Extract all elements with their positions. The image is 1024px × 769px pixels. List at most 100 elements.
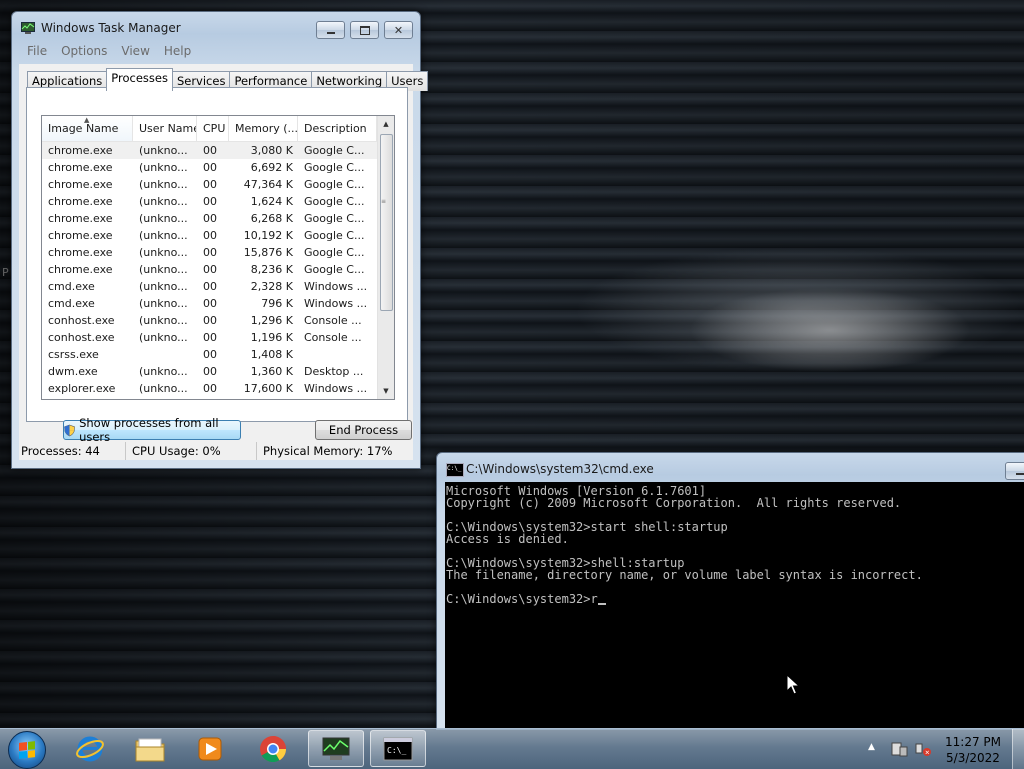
console-line: Copyright (c) 2009 Microsoft Corporation… (446, 497, 1024, 509)
table-row[interactable]: chrome.exe(unkno...0010,192 KGoogle C... (42, 227, 377, 244)
cell-description: Google C... (298, 227, 377, 244)
console-output[interactable]: Microsoft Windows [Version 6.1.7601]Copy… (445, 482, 1024, 729)
cmd-icon: C:\_ (383, 737, 413, 761)
cell-user-name: (unkno... (133, 261, 197, 278)
table-row[interactable]: csrss.exe001,408 K (42, 346, 377, 363)
table-row[interactable]: cmd.exe(unkno...00796 KWindows ... (42, 295, 377, 312)
text-cursor (598, 603, 606, 605)
tab-processes[interactable]: Processes (106, 68, 173, 91)
column-cpu[interactable]: CPU (197, 116, 229, 141)
cell-description: Windows ... (298, 380, 377, 397)
table-row[interactable]: explorer.exe(unkno...0017,600 KWindows .… (42, 380, 377, 397)
taskbar-internet-explorer[interactable] (62, 730, 118, 767)
cell-user-name: (unkno... (133, 312, 197, 329)
process-rows: chrome.exe(unkno...003,080 KGoogle C...c… (42, 142, 377, 397)
clock-date: 5/3/2022 (942, 750, 1004, 766)
maximize-icon (360, 26, 370, 35)
end-process-button[interactable]: End Process (315, 420, 412, 440)
taskbar: C:\_ ▲ ✕ 11:27 PM 5/3/2022 (0, 728, 1024, 769)
show-desktop-button[interactable] (1012, 729, 1024, 769)
cell-description: Console ... (298, 329, 377, 346)
internet-explorer-icon (75, 734, 105, 764)
start-button[interactable] (8, 731, 46, 769)
process-list[interactable]: ▲ Image Name User Name CPU Memory (... D… (41, 115, 395, 400)
cell-description: Desktop ... (298, 363, 377, 380)
cell-image-name: conhost.exe (42, 329, 133, 346)
network-disconnected-icon[interactable]: ✕ (914, 741, 932, 757)
table-row[interactable]: conhost.exe(unkno...001,196 KConsole ... (42, 329, 377, 346)
cell-memory: 1,196 K (229, 329, 298, 346)
svg-text:✕: ✕ (925, 750, 930, 757)
task-manager-window: Windows Task Manager ✕ File Options View… (11, 11, 421, 469)
cell-memory: 6,268 K (229, 210, 298, 227)
system-clock[interactable]: 11:27 PM 5/3/2022 (942, 734, 1004, 766)
processes-panel: ▲ Image Name User Name CPU Memory (... D… (26, 87, 408, 422)
cell-memory: 1,624 K (229, 193, 298, 210)
cell-image-name: chrome.exe (42, 142, 133, 159)
mouse-pointer-icon (786, 674, 800, 696)
menu-bar: File Options View Help (21, 42, 411, 60)
process-list-scrollbar[interactable]: ▲ ≡ ▼ (377, 116, 394, 399)
cell-user-name: (unkno... (133, 159, 197, 176)
cell-description: Google C... (298, 261, 377, 278)
column-description[interactable]: Description (298, 116, 377, 141)
maximize-button[interactable] (350, 21, 379, 39)
table-row[interactable]: dwm.exe(unkno...001,360 KDesktop ... (42, 363, 377, 380)
cell-description: Google C... (298, 176, 377, 193)
menu-file[interactable]: File (21, 42, 55, 60)
taskbar-chrome[interactable] (245, 730, 301, 767)
cell-cpu: 00 (197, 261, 229, 278)
column-image-name[interactable]: ▲ Image Name (42, 116, 133, 141)
table-row[interactable]: conhost.exe(unkno...001,296 KConsole ... (42, 312, 377, 329)
menu-help[interactable]: Help (158, 42, 199, 60)
cell-image-name: explorer.exe (42, 380, 133, 397)
menu-view[interactable]: View (115, 42, 157, 60)
cell-description: Windows ... (298, 295, 377, 312)
taskbar-media-player[interactable] (182, 730, 238, 767)
scroll-down-icon[interactable]: ▼ (378, 383, 394, 399)
task-manager-icon (321, 736, 351, 762)
scroll-up-icon[interactable]: ▲ (378, 116, 394, 132)
minimize-button[interactable] (316, 21, 345, 39)
cell-user-name: (unkno... (133, 244, 197, 261)
cell-image-name: chrome.exe (42, 261, 133, 278)
cell-memory: 2,328 K (229, 278, 298, 295)
table-row[interactable]: chrome.exe(unkno...008,236 KGoogle C... (42, 261, 377, 278)
column-memory[interactable]: Memory (... (229, 116, 298, 141)
tray-expand-icon[interactable]: ▲ (868, 742, 875, 752)
cell-image-name: chrome.exe (42, 210, 133, 227)
clock-time: 11:27 PM (942, 734, 1004, 750)
menu-options[interactable]: Options (55, 42, 115, 60)
folder-icon (134, 735, 166, 763)
close-button[interactable]: ✕ (384, 21, 413, 39)
scroll-thumb[interactable] (380, 134, 393, 311)
cmd-window: C:\_ C:\Windows\system32\cmd.exe Microso… (436, 452, 1024, 730)
cmd-titlebar[interactable]: C:\_ C:\Windows\system32\cmd.exe (437, 453, 1024, 481)
cell-memory: 1,360 K (229, 363, 298, 380)
show-all-processes-button[interactable]: Show processes from all users (63, 420, 241, 440)
taskbar-cmd[interactable]: C:\_ (370, 730, 426, 767)
task-manager-titlebar[interactable]: Windows Task Manager ✕ (12, 12, 420, 40)
cell-description: Google C... (298, 244, 377, 261)
cell-memory: 6,692 K (229, 159, 298, 176)
cell-cpu: 00 (197, 193, 229, 210)
cell-user-name: (unkno... (133, 278, 197, 295)
cell-cpu: 00 (197, 312, 229, 329)
table-row[interactable]: cmd.exe(unkno...002,328 KWindows ... (42, 278, 377, 295)
taskbar-task-manager[interactable] (308, 730, 364, 767)
cmd-minimize-button[interactable] (1005, 462, 1024, 480)
cell-memory: 1,408 K (229, 346, 298, 363)
cell-cpu: 00 (197, 159, 229, 176)
taskbar-windows-explorer[interactable] (122, 730, 178, 767)
table-row[interactable]: chrome.exe(unkno...003,080 KGoogle C... (42, 142, 377, 159)
table-row[interactable]: chrome.exe(unkno...006,268 KGoogle C... (42, 210, 377, 227)
cell-cpu: 00 (197, 176, 229, 193)
table-row[interactable]: chrome.exe(unkno...0015,876 KGoogle C... (42, 244, 377, 261)
table-row[interactable]: chrome.exe(unkno...001,624 KGoogle C... (42, 193, 377, 210)
cmd-title: C:\Windows\system32\cmd.exe (466, 462, 654, 476)
action-center-icon[interactable] (890, 741, 908, 757)
table-row[interactable]: chrome.exe(unkno...0047,364 KGoogle C... (42, 176, 377, 193)
task-manager-icon (21, 22, 35, 34)
table-row[interactable]: chrome.exe(unkno...006,692 KGoogle C... (42, 159, 377, 176)
column-user-name[interactable]: User Name (133, 116, 197, 141)
